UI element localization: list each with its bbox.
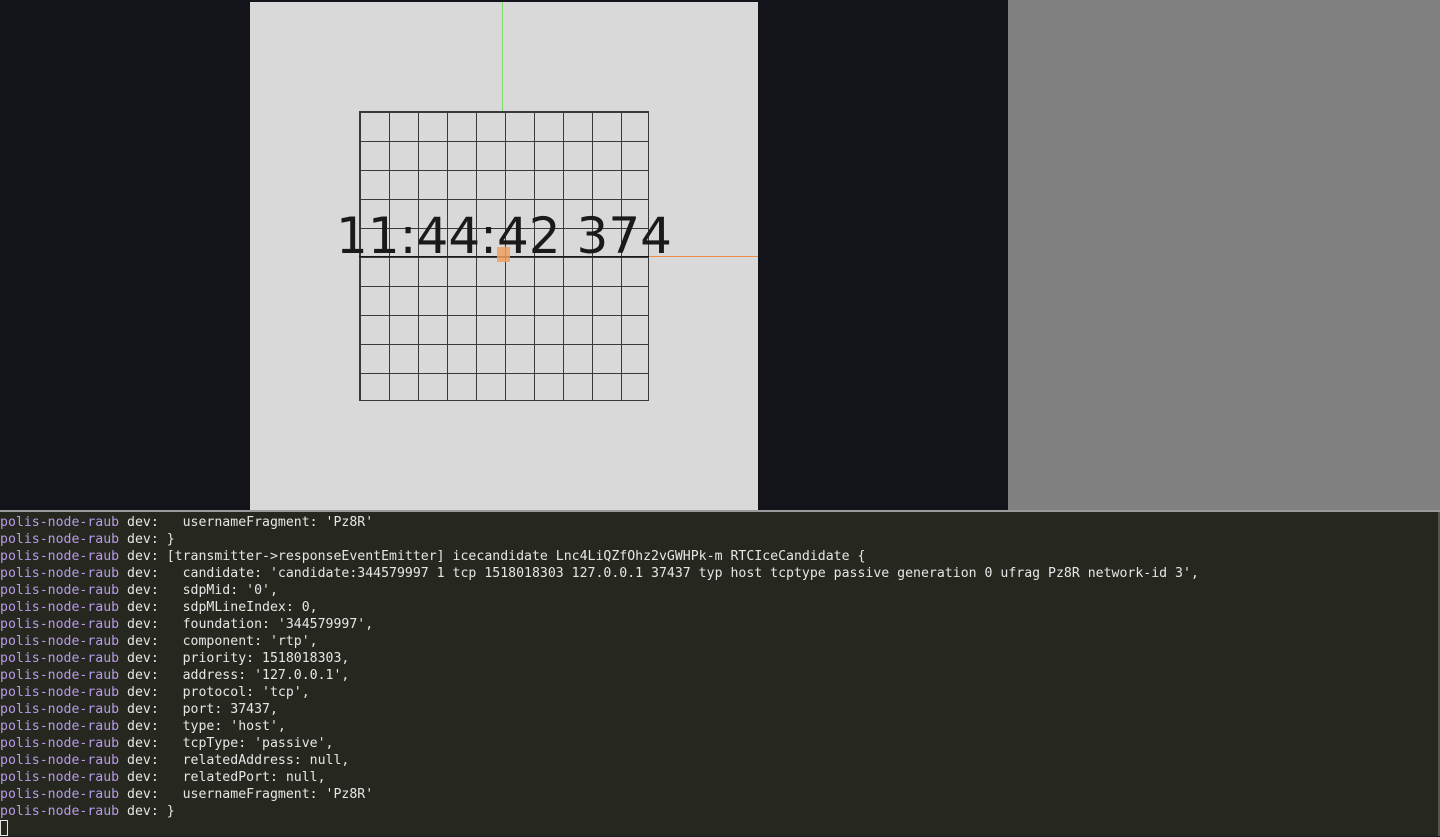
terminal-line: polis-node-raub dev: }: [0, 531, 1438, 548]
log-message: sdpMid: '0',: [166, 583, 278, 598]
log-env: dev:: [119, 583, 167, 598]
log-env: dev:: [119, 787, 167, 802]
log-message: relatedAddress: null,: [166, 753, 350, 768]
terminal-line: polis-node-raub dev: component: 'rtp',: [0, 633, 1438, 650]
log-env: dev:: [119, 617, 167, 632]
terminal-line: polis-node-raub dev: foundation: '344579…: [0, 616, 1438, 633]
log-message: component: 'rtp',: [166, 634, 318, 649]
terminal-lines: polis-node-raub dev: usernameFragment: '…: [0, 514, 1438, 820]
log-prefix: polis-node-raub: [0, 549, 120, 564]
log-prefix: polis-node-raub: [0, 600, 120, 615]
terminal-line: polis-node-raub dev: port: 37437,: [0, 701, 1438, 718]
terminal-cursor: [0, 820, 8, 836]
log-message: [transmitter->responseEventEmitter] icec…: [166, 549, 866, 564]
terminal-line: polis-node-raub dev: usernameFragment: '…: [0, 786, 1438, 803]
log-prefix: polis-node-raub: [0, 668, 120, 683]
log-message: tcpType: 'passive',: [166, 736, 334, 751]
log-env: dev:: [119, 634, 167, 649]
terminal-line: polis-node-raub dev: priority: 151801830…: [0, 650, 1438, 667]
terminal-line: polis-node-raub dev: protocol: 'tcp',: [0, 684, 1438, 701]
log-message: sdpMLineIndex: 0,: [166, 600, 318, 615]
log-message: foundation: '344579997',: [166, 617, 374, 632]
log-prefix: polis-node-raub: [0, 634, 120, 649]
log-message: priority: 1518018303,: [166, 651, 350, 666]
terminal-line: polis-node-raub dev: relatedPort: null,: [0, 769, 1438, 786]
terminal-line: polis-node-raub dev: usernameFragment: '…: [0, 514, 1438, 531]
log-prefix: polis-node-raub: [0, 804, 120, 819]
log-env: dev:: [119, 804, 167, 819]
log-env: dev:: [119, 702, 167, 717]
app-viewport: 11:44:42 374: [0, 0, 1440, 510]
log-env: dev:: [119, 600, 167, 615]
log-prefix: polis-node-raub: [0, 617, 120, 632]
terminal-line: polis-node-raub dev: }: [0, 803, 1438, 820]
log-env: dev:: [119, 719, 167, 734]
left-letterbox: [0, 0, 250, 510]
log-env: dev:: [119, 651, 167, 666]
log-message: protocol: 'tcp',: [166, 685, 310, 700]
terminal-line: polis-node-raub dev: address: '127.0.0.1…: [0, 667, 1438, 684]
log-message: address: '127.0.0.1',: [166, 668, 350, 683]
log-prefix: polis-node-raub: [0, 685, 120, 700]
log-prefix: polis-node-raub: [0, 532, 120, 547]
log-prefix: polis-node-raub: [0, 566, 120, 581]
terminal-line: polis-node-raub dev: candidate: 'candida…: [0, 565, 1438, 582]
log-env: dev:: [119, 736, 167, 751]
video-frame: 11:44:42 374: [250, 2, 758, 510]
log-env: dev:: [119, 549, 167, 564]
log-prefix: polis-node-raub: [0, 753, 120, 768]
log-prefix: polis-node-raub: [0, 702, 120, 717]
log-message: }: [166, 532, 175, 547]
log-message: usernameFragment: 'Pz8R': [166, 787, 374, 802]
log-prefix: polis-node-raub: [0, 651, 120, 666]
log-prefix: polis-node-raub: [0, 719, 120, 734]
log-prefix: polis-node-raub: [0, 515, 120, 530]
log-env: dev:: [119, 532, 167, 547]
log-env: dev:: [119, 668, 167, 683]
log-prefix: polis-node-raub: [0, 787, 120, 802]
terminal-output[interactable]: polis-node-raub dev: usernameFragment: '…: [0, 512, 1440, 836]
terminal-line: polis-node-raub dev: relatedAddress: nul…: [0, 752, 1438, 769]
gray-preview-panel: [1008, 0, 1440, 510]
terminal-line: polis-node-raub dev: sdpMid: '0',: [0, 582, 1438, 599]
log-env: dev:: [119, 753, 167, 768]
log-env: dev:: [119, 685, 167, 700]
log-message: type: 'host',: [166, 719, 286, 734]
log-message: port: 37437,: [166, 702, 278, 717]
log-env: dev:: [119, 566, 167, 581]
log-message: usernameFragment: 'Pz8R': [166, 515, 374, 530]
log-message: relatedPort: null,: [166, 770, 326, 785]
right-letterbox: [758, 0, 1008, 510]
vertical-guide-line: [502, 2, 503, 111]
terminal-line: polis-node-raub dev: type: 'host',: [0, 718, 1438, 735]
log-prefix: polis-node-raub: [0, 736, 120, 751]
log-prefix: polis-node-raub: [0, 583, 120, 598]
log-message: }: [166, 804, 175, 819]
terminal-line: polis-node-raub dev: sdpMLineIndex: 0,: [0, 599, 1438, 616]
terminal-cursor-line: [0, 820, 1438, 837]
log-env: dev:: [119, 515, 167, 530]
terminal-line: polis-node-raub dev: [transmitter->respo…: [0, 548, 1438, 565]
terminal-line: polis-node-raub dev: tcpType: 'passive',: [0, 735, 1438, 752]
log-message: candidate: 'candidate:344579997 1 tcp 15…: [166, 566, 1199, 581]
log-env: dev:: [119, 770, 167, 785]
log-prefix: polis-node-raub: [0, 770, 120, 785]
timestamp-overlay: 11:44:42 374: [336, 207, 672, 265]
